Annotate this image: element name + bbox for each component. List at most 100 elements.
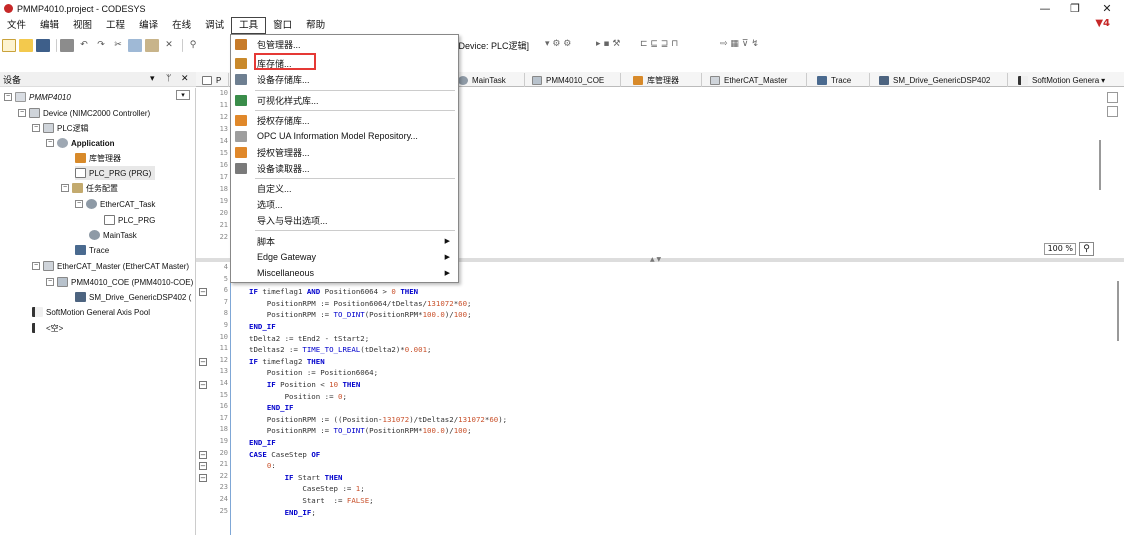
undo-icon[interactable]: ↶ [77,39,91,52]
tab-sm-drive[interactable]: SM_Drive_GenericDSP402 [876,73,1008,87]
tree-node-ethercat-master[interactable]: − EtherCAT_Master (EtherCAT Master) [32,259,189,273]
menu-item-opcua-repository[interactable]: OPC UA Information Model Repository... [231,128,458,144]
delete-icon[interactable]: ✕ [162,39,176,52]
declaration-scrollbar[interactable] [1099,140,1101,190]
tree-node-pmm4010-coe[interactable]: − PMM4010_COE (PMM4010-COE) [46,275,193,289]
panel-pin-icon[interactable]: ᛘ [166,74,171,84]
code-line[interactable]: CaseStep := 1; [249,483,364,494]
menu-item-miscellaneous[interactable]: Miscellaneous ▶ [231,265,458,281]
tab-pmm4010-coe[interactable]: PMM4010_COE [529,73,621,87]
find-icon[interactable]: ⚲ [186,39,200,52]
collapse-icon[interactable]: − [32,262,40,270]
menu-item-visualization-style-repository[interactable]: 可视化样式库... [231,92,458,108]
menu-window[interactable]: 窗口 [266,17,299,34]
tree-node-library-manager[interactable]: 库管理器 [75,151,121,165]
menu-online[interactable]: 在线 [165,17,198,34]
menu-item-options[interactable]: 选项... [231,196,458,212]
menu-item-device-reader[interactable]: 设备读取器... [231,160,458,176]
code-line[interactable]: END_IF [249,437,276,448]
menu-tools[interactable]: 工具 [231,17,267,34]
tree-node-plc-logic[interactable]: − PLC逻辑 [32,121,89,135]
menu-project[interactable]: 工程 [99,17,132,34]
cut-icon[interactable]: ✂ [111,39,125,52]
fold-toggle-icon[interactable]: − [199,381,207,389]
tree-node-project[interactable]: − PMMP4010 [4,90,71,104]
menu-view[interactable]: 视图 [66,17,99,34]
collapse-icon[interactable]: − [4,93,12,101]
tab-softmotion-pool[interactable]: SoftMotion Genera ▾ [1015,73,1124,87]
tree-node-task-config[interactable]: − 任务配置 [61,181,118,195]
collapse-icon[interactable]: − [46,139,54,147]
menu-item-device-repository[interactable]: 设备存储库... [231,71,458,87]
tree-node-plc-prg[interactable]: PLC_PRG (PRG) [75,166,156,180]
menu-item-edge-gateway[interactable]: Edge Gateway ▶ [231,249,458,265]
tree-node-empty[interactable]: <空> [32,321,63,335]
menu-file[interactable]: 文件 [0,17,33,34]
menu-item-import-export-options[interactable]: 导入与导出选项... [231,212,458,228]
menu-item-scripting[interactable]: 脚本 ▶ [231,233,458,249]
code-line[interactable]: Position := 0; [249,391,347,402]
collapse-icon[interactable]: − [61,184,69,192]
menu-item-license-repository[interactable]: 授权存储库... [231,112,458,128]
code-line[interactable]: CASE CaseStep OF [249,449,320,460]
code-line[interactable]: END_IF; [249,507,316,518]
code-line[interactable]: IF Position < 10 THEN [249,379,360,390]
tree-node-device[interactable]: − Device (NIMC2000 Controller) [18,106,150,120]
fold-toggle-icon[interactable]: − [199,357,207,366]
filter-icon[interactable]: ▼4 [1095,18,1110,29]
code-line[interactable]: PositionRPM := TO_DINT(PositionRPM*100.0… [249,309,472,320]
save-icon[interactable] [36,38,50,52]
fold-toggle-icon[interactable]: − [199,288,207,297]
tree-dropdown-button[interactable]: ▾ [176,90,190,100]
code-line[interactable]: PositionRPM := Position6064/tDeltas/1310… [249,298,472,309]
code-scrollbar[interactable] [1117,281,1119,341]
tree-node-application[interactable]: − Application [46,136,115,150]
code-line[interactable]: IF Start THEN [249,472,343,483]
tree-node-main-task[interactable]: MainTask [89,228,137,242]
menu-item-license-manager[interactable]: 授权管理器... [231,144,458,160]
panel-close-icon[interactable]: ✕ [181,74,189,84]
step-icons[interactable]: ⊏ ⊑ ⊒ ⊓ [640,39,678,49]
tabular-view-icon[interactable] [1107,106,1118,117]
tree-node-sm-drive[interactable]: SM_Drive_GenericDSP402 ( [75,290,191,304]
run-stop-icons[interactable]: ▸ ▪ ⚒ [596,39,620,49]
tab-ethercat-master[interactable]: EtherCAT_Master [707,73,807,87]
tab-plc-prg[interactable]: P [199,73,229,87]
close-button[interactable]: ✕ [1092,0,1122,17]
menu-build[interactable]: 编译 [132,17,165,34]
collapse-icon[interactable]: − [18,109,26,117]
code-line[interactable]: tDelta2 := tEnd2 - tStart2; [249,333,369,344]
breakpoint-icons[interactable]: ⇨ ▦ ⊽ ↯ [720,39,759,49]
panel-dropdown-icon[interactable]: ▾ [150,74,155,84]
zoom-field[interactable]: 100 % [1044,243,1076,255]
code-line[interactable]: PositionRPM := ((Position-131072)/tDelta… [249,414,507,425]
open-folder-icon[interactable] [19,38,33,52]
code-line[interactable]: Position := Position6064; [249,367,378,378]
minimize-button[interactable]: — [1030,0,1060,17]
redo-icon[interactable]: ↷ [94,39,108,52]
tab-maintask[interactable]: MainTask [455,73,525,87]
fold-toggle-icon[interactable]: − [199,473,207,482]
tree-node-softmotion-pool[interactable]: SoftMotion General Axis Pool [32,305,150,319]
menu-item-package-manager[interactable]: 包管理器... [231,36,458,52]
login-icon[interactable]: ▾ ⚙ ⚙ [545,39,571,49]
code-line[interactable]: IF timeflag1 AND Position6064 > 0 THEN [249,286,418,297]
code-line[interactable]: Start := FALSE; [249,495,373,506]
menu-item-customize[interactable]: 自定义... [231,180,458,196]
fold-toggle-icon[interactable]: − [199,450,207,459]
paste-icon[interactable] [145,38,159,52]
active-device-combo[interactable]: [Device: PLC逻辑] [456,39,529,52]
menu-help[interactable]: 帮助 [299,17,332,34]
code-line[interactable]: tDeltas2 := TIME_TO_LREAL(tDelta2)*0.001… [249,344,431,355]
tabs-overflow-icon[interactable]: ▾ [1101,76,1105,85]
menu-debug[interactable]: 调试 [198,17,231,34]
textual-view-icon[interactable] [1107,92,1118,103]
tree-node-ethercat-task[interactable]: − EtherCAT_Task [75,197,155,211]
code-line[interactable]: END_IF [249,321,276,332]
code-line[interactable]: PositionRPM := TO_DINT(PositionRPM*100.0… [249,425,472,436]
code-line[interactable]: IF timeflag2 THEN [249,356,325,367]
collapse-icon[interactable]: − [46,278,54,286]
copy-icon[interactable] [128,38,142,52]
fold-toggle-icon[interactable]: − [199,462,207,471]
tab-trace[interactable]: Trace [814,73,870,87]
